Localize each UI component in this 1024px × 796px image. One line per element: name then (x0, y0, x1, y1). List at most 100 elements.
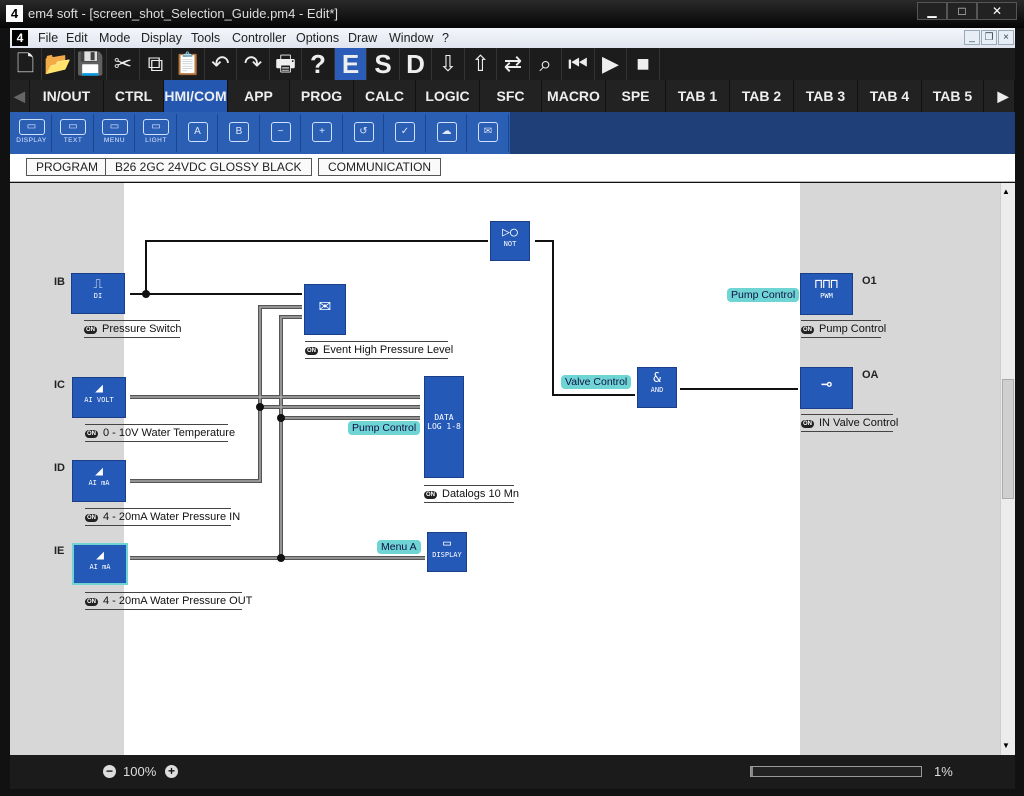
button-a-tool[interactable]: A (178, 114, 218, 152)
caption-water-pressure-in[interactable]: ON 4 - 20mA Water Pressure IN (85, 508, 240, 526)
debug-mode-icon[interactable]: D (400, 48, 432, 80)
light-tool[interactable]: ▭ LIGHT (136, 114, 177, 152)
edit-mode-icon[interactable]: E (335, 48, 367, 80)
tab-logic[interactable]: LOGIC (416, 80, 480, 112)
display-tool[interactable]: ▭ DISPLAY (12, 114, 52, 152)
tabs-scroll-left[interactable]: ◀ (10, 80, 30, 112)
menu-edit[interactable]: Edit (66, 31, 88, 45)
block-event-message[interactable]: ✉ (304, 284, 346, 335)
mdi-restore-button[interactable]: ❐ (981, 30, 997, 45)
tab-tab-4[interactable]: TAB 4 (858, 80, 922, 112)
menu-options[interactable]: Options (296, 31, 339, 45)
wires (130, 240, 798, 562)
minimize-button[interactable]: ▁ (917, 2, 947, 20)
ok-tool[interactable]: ✓ (385, 114, 426, 152)
zoom-in-button[interactable]: + (165, 765, 178, 778)
maximize-button[interactable]: □ (947, 2, 977, 20)
block-ai-volt[interactable]: ◢ AI VOLT (72, 377, 126, 418)
undo-icon[interactable]: ↶ (205, 48, 237, 80)
paste-icon[interactable]: 📋 (173, 48, 205, 80)
read-from-controller-icon[interactable]: ⇧ (465, 48, 497, 80)
mdi-close-button[interactable]: × (998, 30, 1014, 45)
stop-icon[interactable]: ■ (628, 48, 660, 80)
caption-in-valve-control[interactable]: ON IN Valve Control (801, 414, 898, 432)
vertical-scrollbar[interactable]: ▲ ▼ (1000, 183, 1015, 755)
tag-pump-control-output[interactable]: Pump Control (727, 288, 800, 302)
close-button[interactable]: ✕ (977, 2, 1017, 20)
block-ai-ma-out[interactable]: ◢ AI mA (72, 543, 128, 585)
menu-mode[interactable]: Mode (99, 31, 130, 45)
block-not[interactable]: ▷○ NOT (490, 221, 530, 261)
tab-prog[interactable]: PROG (290, 80, 354, 112)
tabs-scroll-right[interactable]: ▶ (992, 80, 1015, 112)
scroll-up-icon[interactable]: ▲ (1002, 187, 1010, 196)
scroll-thumb[interactable] (1002, 379, 1014, 499)
button-b-tool[interactable]: B (219, 114, 260, 152)
print-icon[interactable]: 🖶 (270, 48, 302, 80)
copy-icon[interactable]: ⧉ (140, 48, 172, 80)
caption-event[interactable]: ON Event High Pressure Level (305, 341, 453, 359)
write-to-controller-icon[interactable]: ⇩ (433, 48, 465, 80)
tool-label: TEXT (63, 137, 83, 144)
simulation-mode-icon[interactable]: S (368, 48, 400, 80)
save-icon[interactable]: 💾 (75, 48, 107, 80)
menu-window[interactable]: Window (389, 31, 433, 45)
tab-macro[interactable]: MACRO (542, 80, 606, 112)
send-message-tool[interactable]: ✉ (468, 114, 509, 152)
escape-tool[interactable]: ↺ (344, 114, 384, 152)
block-and[interactable]: & AND (637, 367, 677, 408)
tag-valve-control[interactable]: Valve Control (561, 375, 632, 389)
caption-water-temperature[interactable]: ON 0 - 10V Water Temperature (85, 424, 235, 442)
block-pwm-output[interactable]: ⊓⊓⊓ PWM (800, 273, 853, 315)
tab-tab-1[interactable]: TAB 1 (666, 80, 730, 112)
new-file-icon[interactable]: 🗋 (10, 48, 42, 80)
tab-tab-5[interactable]: TAB 5 (922, 80, 984, 112)
breadcrumb-controller[interactable]: B26 2GC 24VDC GLOSSY BLACK (105, 158, 312, 176)
run-icon[interactable]: ▶ (595, 48, 627, 80)
block-display[interactable]: ▭ DISPLAY (427, 532, 467, 572)
minus-tool[interactable]: − (261, 114, 301, 152)
cloud-upload-tool[interactable]: ☁ (427, 114, 467, 152)
diagram-canvas[interactable]: IB ⎍ DI ON Pressure Switch IC ◢ AI VOLT ON 0… (10, 183, 1000, 755)
menu-display[interactable]: Display (141, 31, 182, 45)
block-di[interactable]: ⎍ DI (71, 273, 125, 314)
menu-controller[interactable]: Controller (232, 31, 286, 45)
tab-in-out[interactable]: IN/OUT (30, 80, 104, 112)
tab-tab-2[interactable]: TAB 2 (730, 80, 794, 112)
scroll-down-icon[interactable]: ▼ (1002, 741, 1010, 750)
menu-draw[interactable]: Draw (348, 31, 377, 45)
block-ai-ma-in[interactable]: ◢ AI mA (72, 460, 126, 502)
tab-tab-3[interactable]: TAB 3 (794, 80, 858, 112)
caption-datalog[interactable]: ON Datalogs 10 Mn (424, 485, 519, 503)
tab-spe[interactable]: SPE (606, 80, 666, 112)
menu-tools[interactable]: Tools (191, 31, 220, 45)
mdi-minimize-button[interactable]: _ (964, 30, 980, 45)
menu-tool[interactable]: ▭ MENU (95, 114, 135, 152)
open-folder-icon[interactable]: 📂 (43, 48, 75, 80)
step-icon[interactable]: ⏮ (563, 48, 595, 80)
tag-pump-control[interactable]: Pump Control (348, 421, 421, 435)
caption-water-pressure-out[interactable]: ON 4 - 20mA Water Pressure OUT (85, 592, 252, 610)
tab-sfc[interactable]: SFC (480, 80, 542, 112)
menu-file[interactable]: File (38, 31, 58, 45)
cut-icon[interactable]: ✂ (108, 48, 140, 80)
compare-icon[interactable]: ⇄ (498, 48, 530, 80)
tab-hmi-com[interactable]: HMI/COM (164, 80, 228, 112)
help-icon[interactable]: ? (303, 48, 335, 80)
menu-[interactable]: ? (442, 31, 449, 45)
tab-calc[interactable]: CALC (354, 80, 416, 112)
caption-pump-control[interactable]: ON Pump Control (801, 320, 886, 338)
block-datalog[interactable]: DATA LOG 1-8 (424, 376, 464, 478)
text-tool[interactable]: ▭ TEXT (53, 114, 94, 152)
caption-pressure-switch[interactable]: ON Pressure Switch (84, 320, 181, 338)
tab-app[interactable]: APP (228, 80, 290, 112)
tag-menu-a[interactable]: Menu A (377, 540, 421, 554)
monitor-search-icon[interactable]: ⌕ (530, 48, 562, 80)
redo-icon[interactable]: ↷ (238, 48, 270, 80)
breadcrumb-program[interactable]: PROGRAM (26, 158, 109, 176)
zoom-out-button[interactable]: − (103, 765, 116, 778)
breadcrumb-communication[interactable]: COMMUNICATION (318, 158, 442, 176)
block-valve-output[interactable]: ⊸ (800, 367, 853, 409)
tab-ctrl[interactable]: CTRL (104, 80, 164, 112)
plus-tool[interactable]: + (302, 114, 343, 152)
